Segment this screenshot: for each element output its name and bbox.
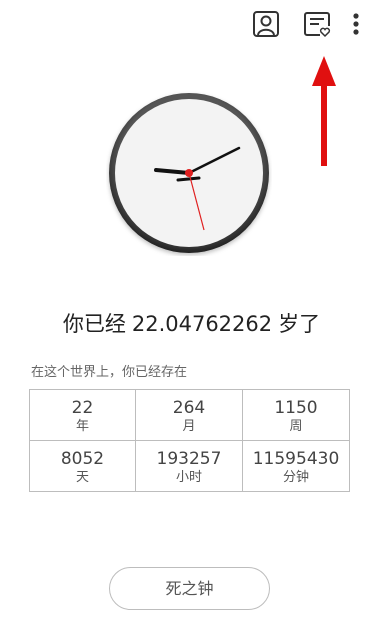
stat-value: 193257 bbox=[156, 449, 222, 469]
stat-value: 264 bbox=[172, 398, 206, 418]
stat-value: 1150 bbox=[274, 398, 318, 418]
stat-days: 8052 天 bbox=[30, 441, 136, 492]
profile-button[interactable] bbox=[252, 10, 280, 38]
analog-clock bbox=[106, 90, 272, 256]
stat-unit: 周 bbox=[289, 419, 303, 434]
stat-unit: 小时 bbox=[175, 470, 202, 485]
stat-unit: 天 bbox=[75, 470, 89, 485]
death-clock-button[interactable]: 死之钟 bbox=[109, 567, 270, 610]
card-heart-icon bbox=[304, 12, 331, 38]
stat-unit: 月 bbox=[182, 419, 196, 434]
stat-value: 11595430 bbox=[252, 449, 340, 469]
stat-minutes: 11595430 分钟 bbox=[243, 441, 349, 492]
more-vertical-icon bbox=[353, 13, 359, 35]
stat-months: 264 月 bbox=[136, 390, 243, 441]
age-value: 22.04762262 bbox=[131, 312, 273, 336]
stat-years: 22 年 bbox=[30, 390, 136, 441]
person-icon bbox=[253, 11, 279, 37]
stat-hours: 193257 小时 bbox=[136, 441, 243, 492]
age-suffix: 岁了 bbox=[278, 312, 321, 336]
stat-value: 8052 bbox=[60, 449, 105, 469]
annotation-arrow bbox=[308, 52, 340, 170]
stat-unit: 年 bbox=[75, 419, 89, 434]
age-prefix: 你已经 bbox=[62, 312, 126, 336]
stats-table: 22 年 264 月 1150 周 8052 天 193257 小时 11595… bbox=[29, 389, 350, 492]
stat-unit: 分钟 bbox=[282, 470, 309, 485]
existence-subtitle: 在这个世界上，你已经存在 bbox=[31, 365, 188, 380]
stat-weeks: 1150 周 bbox=[243, 390, 349, 441]
notes-button[interactable] bbox=[303, 10, 331, 38]
stat-value: 22 bbox=[71, 398, 94, 418]
age-display: 你已经 22.04762262 岁了 bbox=[0, 308, 383, 338]
more-options-button[interactable] bbox=[346, 10, 366, 38]
